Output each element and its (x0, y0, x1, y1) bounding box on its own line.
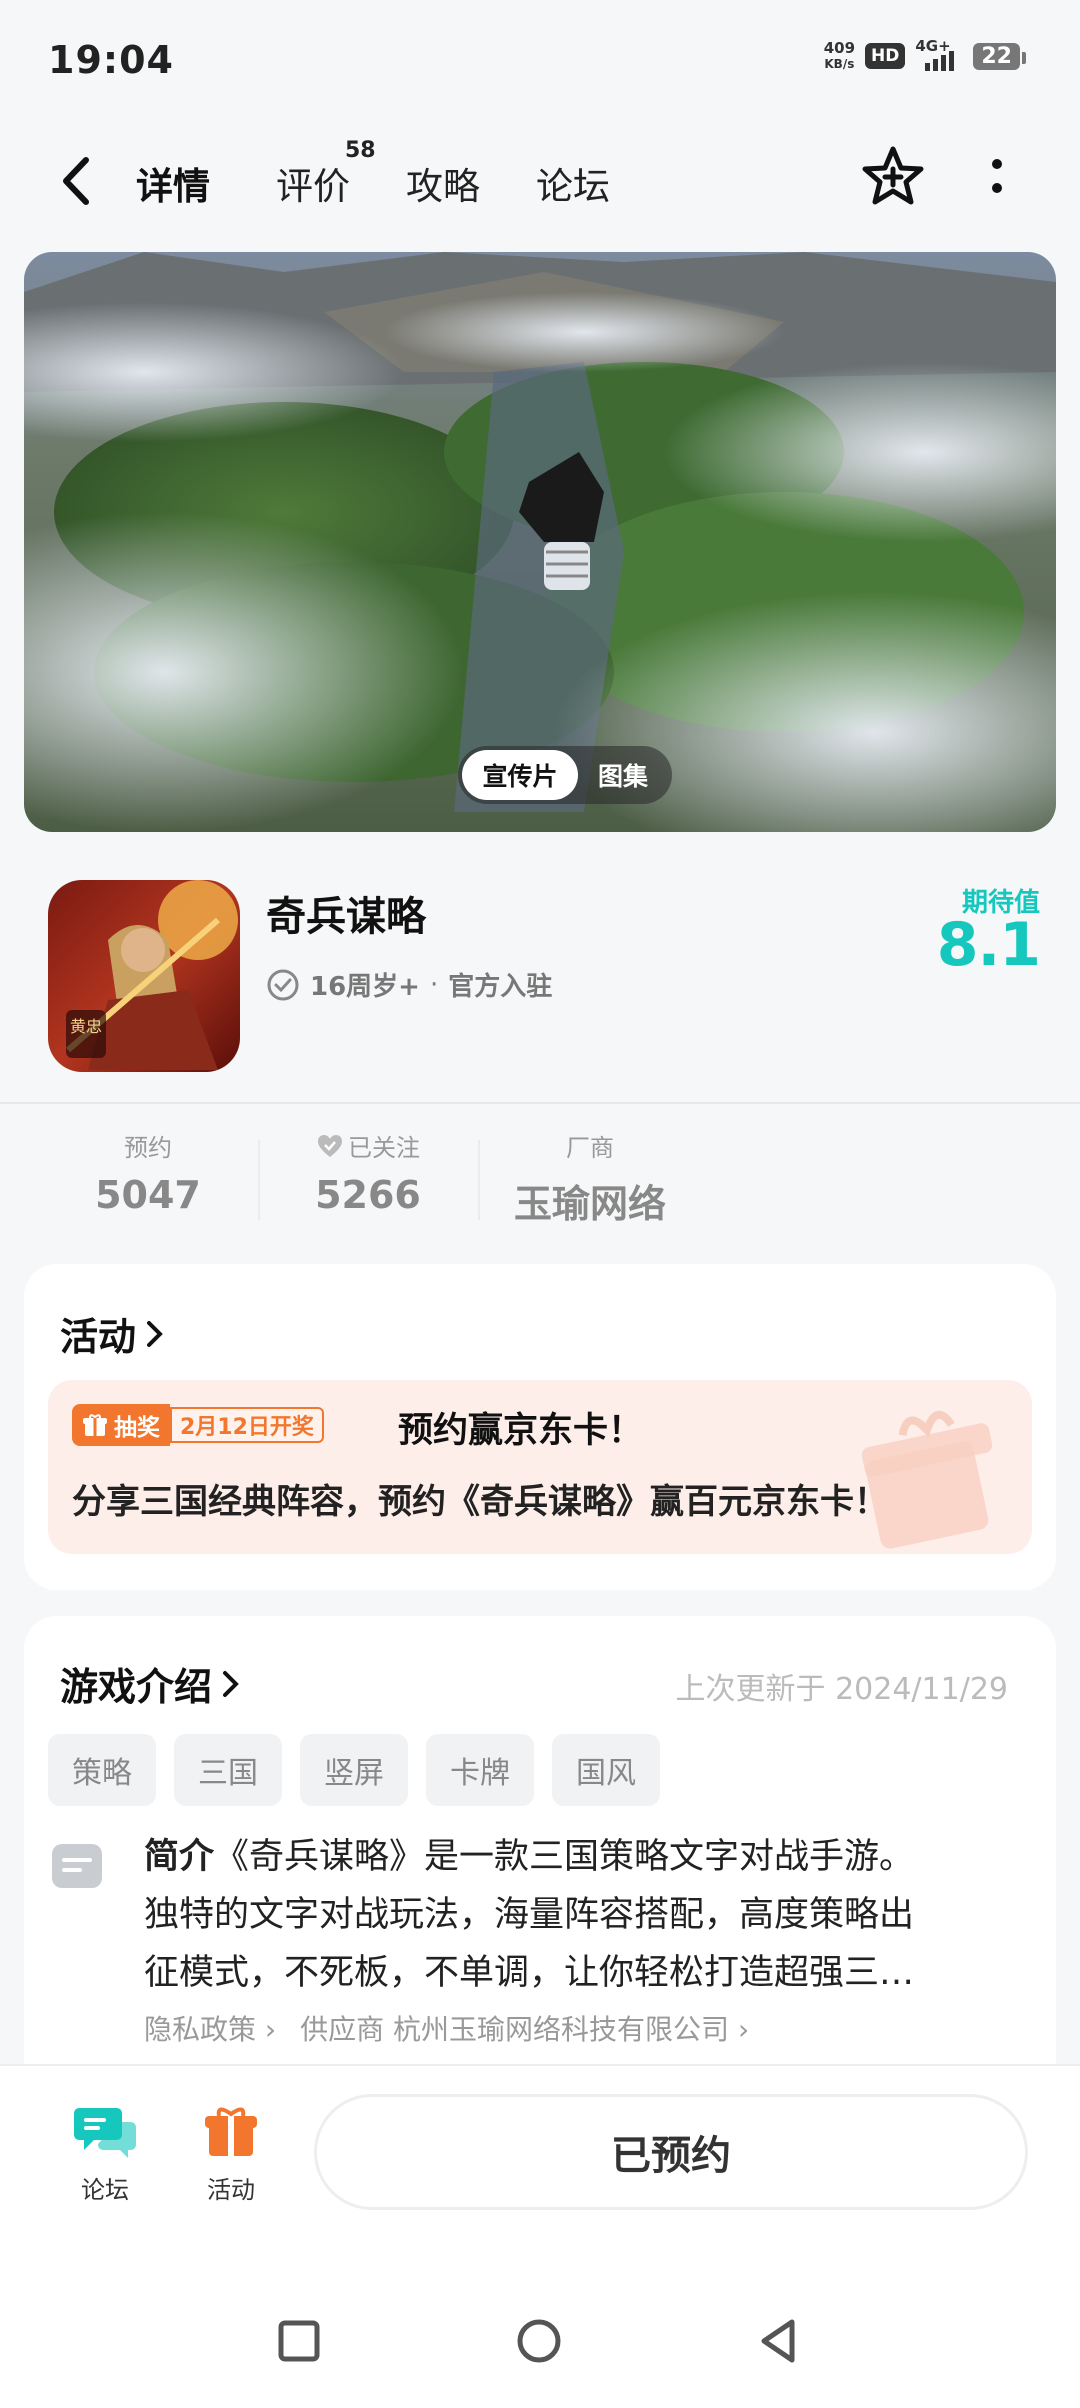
back-nav-icon[interactable] (754, 2316, 804, 2366)
signal-icon: 4G+ (915, 37, 963, 71)
recent-apps-icon[interactable] (274, 2316, 324, 2366)
app-meta: 16周岁+ · 官方入驻 (266, 966, 552, 1003)
bottom-forum-button[interactable]: 论坛 (60, 2102, 150, 2205)
reserved-button[interactable]: 已预约 (314, 2094, 1028, 2210)
document-icon (52, 1844, 102, 1888)
segment-gallery[interactable]: 图集 (578, 757, 668, 793)
privacy-policy-link[interactable]: 隐私政策 › (144, 2008, 276, 2048)
tab-forum[interactable]: 论坛 (536, 156, 610, 210)
heart-icon (318, 1134, 342, 1157)
status-time: 19:04 (48, 38, 174, 82)
lottery-type-badge: 抽奖 (72, 1404, 170, 1446)
age-rating: 16周岁+ (310, 972, 420, 1002)
last-updated: 上次更新于 2024/11/29 (675, 1672, 1008, 1707)
tab-details-label: 详情 (136, 165, 210, 208)
net-speed: 409 KB/s (824, 40, 855, 72)
bottom-forum-label: 论坛 (81, 2176, 129, 2204)
tab-guides-label: 攻略 (406, 165, 480, 208)
more-icon[interactable] (985, 152, 1009, 202)
stat-value: 5266 (315, 1173, 421, 1217)
stat-divider (478, 1140, 480, 1220)
forum-chat-icon (74, 2108, 136, 2158)
intro-label: 简介 (144, 1837, 215, 1877)
expectation-score: 8.1 (936, 910, 1041, 980)
net-speed-value: 409 (823, 39, 856, 57)
activity-headline: 预约赢京东卡！ (398, 1411, 644, 1451)
bottom-activity-label: 活动 (207, 2176, 255, 2204)
promo-video[interactable]: 宣传片 图集 (24, 252, 1056, 832)
tag-chip[interactable]: 国风 (552, 1734, 660, 1806)
supplier-label: 供应商 (300, 2013, 385, 2046)
privacy-policy-text: 隐私政策 (144, 2013, 257, 2046)
media-segment-control: 宣传片 图集 (458, 746, 672, 804)
battery-icon: 22 (973, 42, 1026, 70)
tag-list: 策略 三国 竖屏 卡牌 国风 (48, 1734, 660, 1806)
lottery-badge: 抽奖 2月12日开奖 (72, 1404, 324, 1446)
activity-banner[interactable]: 抽奖 2月12日开奖 预约赢京东卡！ 分享三国经典阵容，预约《奇兵谋略》赢百元京… (48, 1380, 1032, 1554)
tab-details[interactable]: 详情 (132, 156, 212, 212)
top-nav: 详情 评价 58 攻略 论坛 (0, 130, 1080, 230)
official-label: 官方入驻 (448, 972, 553, 1002)
tag-chip[interactable]: 竖屏 (300, 1734, 408, 1806)
supplier-name: 杭州玉瑜网络科技有限公司 (393, 2013, 730, 2046)
intro-line: 征模式，不死板，不单调，让你轻松打造超强三… (144, 1953, 915, 1993)
stat-label: 已关注 (278, 1128, 458, 1163)
status-icons: 409 KB/s HD 4G+ 22 (824, 37, 1026, 72)
lottery-date-badge: 2月12日开奖 (170, 1407, 324, 1443)
supplier-link[interactable]: 供应商 杭州玉瑜网络科技有限公司 › (300, 2008, 749, 2048)
activity-title[interactable]: 活动 (60, 1306, 166, 1361)
activity-description: 分享三国经典阵容，预约《奇兵谋略》赢百元京东卡！ (72, 1482, 888, 1522)
stat-value: 玉瑜网络 (513, 1182, 666, 1226)
back-icon[interactable] (56, 154, 100, 208)
chevron-right-icon (147, 1320, 163, 1347)
stat-label-text: 已关注 (348, 1134, 420, 1162)
hd-icon: HD (865, 43, 906, 69)
star-plus-icon[interactable] (860, 144, 926, 210)
bottom-activity-button[interactable]: 活动 (186, 2102, 276, 2205)
tab-reviews-label: 评价 (276, 165, 350, 208)
tag-chip[interactable]: 三国 (174, 1734, 282, 1806)
intro-title[interactable]: 游戏介绍 (60, 1656, 242, 1711)
intro-text[interactable]: 简介《奇兵谋略》是一款三国策略文字对战手游。 独特的文字对战玩法，海量阵容搭配，… (144, 1828, 1024, 2002)
tab-forum-label: 论坛 (536, 165, 610, 208)
meta-separator: · (429, 969, 439, 1000)
segment-trailer[interactable]: 宣传片 (462, 750, 578, 800)
tab-guides[interactable]: 攻略 (406, 156, 480, 210)
intro-title-text: 游戏介绍 (60, 1665, 213, 1709)
stat-label: 厂商 (566, 1134, 614, 1162)
gift-icon (83, 1414, 107, 1436)
activity-title-text: 活动 (60, 1315, 137, 1359)
intro-line: 独特的文字对战玩法，海量阵容搭配，高度策略出 (144, 1895, 915, 1935)
tag-chip[interactable]: 策略 (48, 1734, 156, 1806)
intro-line: 《奇兵谋略》是一款三国策略文字对战手游。 (214, 1837, 915, 1877)
net-speed-unit: KB/s (824, 57, 855, 71)
network-type: 4G+ (915, 37, 951, 55)
legal-links: 隐私政策 › 供应商 杭州玉瑜网络科技有限公司 › (144, 2008, 749, 2048)
promo-video-scene (24, 252, 1056, 832)
bottom-bar: 论坛 活动 已预约 (0, 2064, 1080, 2408)
stat-followers[interactable]: 已关注 5266 (278, 1128, 458, 1217)
status-bar: 19:04 409 KB/s HD 4G+ 22 (0, 0, 1080, 120)
app-icon-logo-text: 黄忠 (70, 1017, 102, 1036)
app-name: 奇兵谋略 (266, 894, 426, 940)
activity-card: 活动 抽奖 2月12日开奖 预约赢京东卡！ 分享三国经典阵容，预约《奇兵谋略》赢… (24, 1264, 1056, 1590)
gift-icon (205, 2107, 257, 2156)
chevron-right-icon (223, 1670, 239, 1697)
stat-label: 预约 (124, 1134, 172, 1162)
lottery-type-text: 抽奖 (114, 1415, 160, 1441)
stat-divider (258, 1140, 260, 1220)
stat-value: 5047 (95, 1173, 201, 1217)
stat-developer[interactable]: 厂商 玉瑜网络 (500, 1128, 680, 1228)
review-count-badge: 58 (345, 138, 376, 163)
tab-reviews[interactable]: 评价 (276, 156, 350, 210)
check-circle-icon (267, 969, 299, 1000)
game-intro-card: 游戏介绍 上次更新于 2024/11/29 策略 三国 竖屏 卡牌 国风 简介《… (24, 1616, 1056, 2086)
home-icon[interactable] (514, 2316, 564, 2366)
stat-reservations: 预约 5047 (58, 1128, 238, 1217)
app-icon: 黄忠 (48, 880, 240, 1072)
tag-chip[interactable]: 卡牌 (426, 1734, 534, 1806)
section-divider (0, 1102, 1080, 1104)
